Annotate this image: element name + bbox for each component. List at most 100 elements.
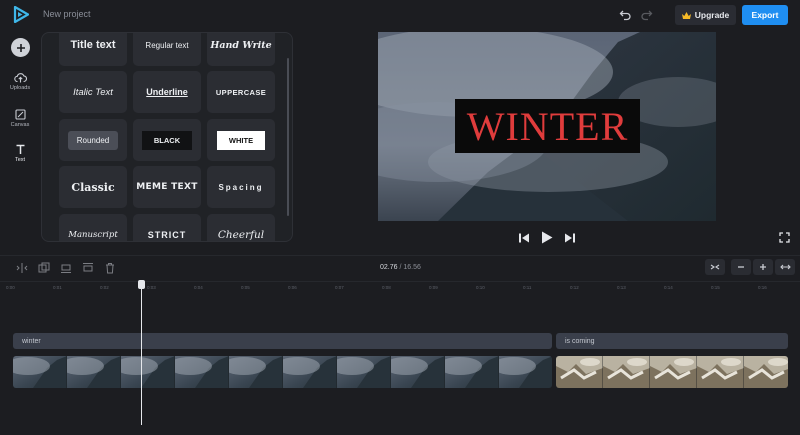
ruler-tick: 0:01 [53, 285, 62, 290]
timeline-ruler[interactable]: 0:00 0:01 0:02 0:03 0:04 0:05 0:06 0:07 … [0, 281, 800, 295]
text-style-meme[interactable]: MEME TEXT [133, 166, 201, 208]
sidebar-item-canvas[interactable]: Canvas [0, 109, 40, 128]
minus-icon [738, 266, 744, 268]
timecode: 02.76 / 16.56 [380, 264, 421, 271]
upgrade-label: Upgrade [694, 10, 730, 20]
text-style-manuscript[interactable]: Manuscript [59, 214, 127, 241]
align-bottom-icon[interactable] [60, 262, 72, 274]
text-style-italic[interactable]: Italic Text [59, 71, 127, 113]
ruler-tick: 0:15 [711, 285, 720, 290]
play-icon[interactable] [541, 231, 553, 244]
project-name[interactable]: New project [43, 9, 91, 19]
text-style-classic[interactable]: Classic [59, 166, 127, 208]
text-styles-panel: Title text Regular text Hand Write Itali… [41, 32, 293, 242]
align-top-icon[interactable] [82, 262, 94, 274]
ruler-tick: 0:14 [664, 285, 673, 290]
text-style-label: Regular text [145, 40, 189, 50]
text-style-title[interactable]: Title text [59, 33, 127, 66]
skip-back-icon[interactable] [519, 233, 529, 243]
sidebar-item-uploads[interactable]: Uploads [0, 72, 40, 91]
ruler-tick: 0:10 [476, 285, 485, 290]
sidebar: Uploads Canvas Text [0, 30, 40, 255]
skip-forward-icon[interactable] [565, 233, 575, 243]
text-style-rounded[interactable]: Rounded [59, 119, 127, 161]
ruler-tick: 0:08 [382, 285, 391, 290]
text-style-regular[interactable]: Regular text [133, 33, 201, 66]
text-style-label: Hand Write [210, 39, 272, 51]
text-style-label: Manuscript [68, 230, 118, 240]
add-media-button[interactable] [11, 38, 30, 57]
panel-scrollbar[interactable] [287, 58, 289, 216]
video-thumbnails-mountains [13, 356, 552, 388]
text-style-hand-write[interactable]: Hand Write [207, 33, 275, 66]
ruler-tick: 0:09 [429, 285, 438, 290]
delete-icon[interactable] [104, 262, 116, 274]
text-style-label: Cheerful [217, 229, 265, 241]
crown-icon [681, 11, 691, 19]
caption-clip-is-coming[interactable]: is coming [556, 333, 788, 349]
ruler-tick: 0:02 [100, 285, 109, 290]
ruler-tick: 0:00 [6, 285, 15, 290]
sidebar-item-label: Text [14, 157, 26, 163]
text-style-label: Italic Text [73, 86, 113, 98]
zoom-in-button[interactable] [753, 259, 773, 275]
text-style-spacing[interactable]: Spacing [207, 166, 275, 208]
ruler-tick: 0:13 [617, 285, 626, 290]
total-time: 16.56 [403, 264, 421, 271]
undo-icon[interactable] [619, 8, 632, 21]
text-style-label: Underline [146, 87, 188, 97]
expand-timeline-button[interactable] [775, 259, 795, 275]
redo-icon[interactable] [640, 8, 653, 21]
upgrade-button[interactable]: Upgrade [675, 5, 736, 25]
video-clip-snow[interactable] [556, 356, 788, 388]
text-style-label: STRICT [147, 230, 187, 240]
text-style-strict[interactable]: STRICT [133, 214, 201, 241]
ruler-tick: 0:12 [570, 285, 579, 290]
canvas-icon [14, 109, 26, 120]
caption-clip-winter[interactable]: winter [13, 333, 552, 349]
ruler-tick: 0:11 [523, 285, 532, 290]
text-style-label: Title text [70, 39, 116, 51]
expand-arrows-icon [779, 264, 791, 270]
zoom-out-button[interactable] [731, 259, 751, 275]
plus-icon [16, 43, 25, 52]
fit-timeline-button[interactable] [705, 259, 725, 275]
split-icon[interactable] [16, 262, 28, 274]
sidebar-item-label: Uploads [9, 85, 31, 91]
ruler-tick: 0:07 [335, 285, 344, 290]
text-icon [16, 144, 24, 154]
time-separator: / [399, 264, 402, 271]
ruler-tick: 0:03 [147, 285, 156, 290]
fit-icon [710, 264, 720, 270]
fullscreen-icon[interactable] [779, 232, 790, 243]
ruler-tick: 0:05 [241, 285, 250, 290]
playhead-line[interactable] [141, 288, 142, 425]
export-button[interactable]: Export [742, 5, 788, 25]
text-style-label: BLACK [141, 130, 193, 150]
text-style-cheerful[interactable]: Cheerful [207, 214, 275, 241]
text-style-label: Rounded [67, 130, 119, 150]
ruler-tick: 0:04 [194, 285, 203, 290]
text-style-label: MEME TEXT [136, 182, 198, 192]
text-style-label: WHITE [216, 130, 266, 150]
sidebar-item-label: Canvas [10, 122, 30, 128]
text-style-label: Classic [71, 180, 115, 194]
ruler-tick: 0:16 [758, 285, 767, 290]
text-style-uppercase[interactable]: UPPERCASE [207, 71, 275, 113]
text-style-black[interactable]: BLACK [133, 119, 201, 161]
caption-clip-label: is coming [565, 337, 595, 345]
duplicate-icon[interactable] [38, 262, 50, 274]
current-time: 02.76 [380, 264, 398, 271]
sidebar-item-text[interactable]: Text [0, 144, 40, 163]
text-style-white[interactable]: WHITE [207, 119, 275, 161]
playhead-handle[interactable] [138, 280, 145, 289]
text-overlay[interactable]: WINTER [455, 99, 640, 153]
text-style-underline[interactable]: Underline [133, 71, 201, 113]
video-clip-mountains[interactable] [13, 356, 552, 388]
video-preview[interactable]: WINTER [378, 32, 716, 221]
plus-icon [760, 264, 766, 270]
text-style-label: Spacing [218, 182, 264, 192]
app-logo-icon[interactable] [13, 6, 29, 23]
video-thumbnails-snow [556, 356, 788, 388]
top-bar: New project Upgrade Export [0, 0, 800, 30]
